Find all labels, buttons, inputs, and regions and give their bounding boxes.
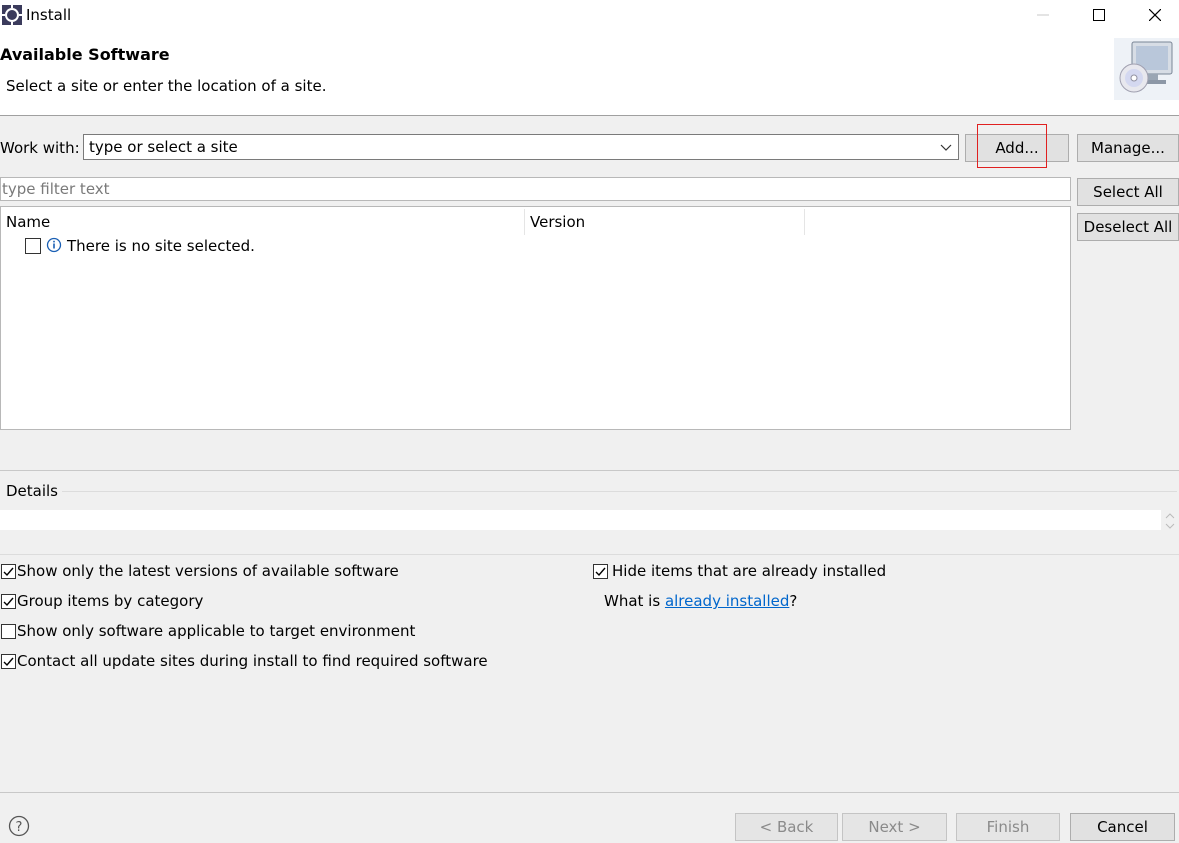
what-is-prefix: What is xyxy=(604,592,665,610)
checkmark-icon xyxy=(3,657,14,667)
page-title: Available Software xyxy=(0,45,170,64)
add-button[interactable]: Add... xyxy=(965,134,1069,162)
what-is-suffix: ? xyxy=(789,592,798,610)
already-installed-link[interactable]: already installed xyxy=(665,592,789,610)
group-by-category-checkbox[interactable] xyxy=(1,594,16,609)
show-latest-label[interactable]: Show only the latest versions of availab… xyxy=(17,562,399,580)
window-title: Install xyxy=(26,6,72,24)
finish-button[interactable]: Finish xyxy=(956,813,1060,841)
page-description: Select a site or enter the location of a… xyxy=(6,77,327,95)
eclipse-gear-icon xyxy=(2,5,22,25)
work-with-combo[interactable]: type or select a site xyxy=(83,134,959,160)
close-icon xyxy=(1149,9,1161,21)
what-is-installed-text: What is already installed? xyxy=(604,592,797,610)
install-cd-monitor-icon xyxy=(1114,38,1179,100)
contact-sites-label[interactable]: Contact all update sites during install … xyxy=(17,652,488,670)
filter-placeholder: type filter text xyxy=(2,180,110,198)
show-applicable-checkbox[interactable] xyxy=(1,624,16,639)
close-button[interactable] xyxy=(1130,0,1179,30)
info-icon xyxy=(46,237,62,253)
hide-installed-checkbox[interactable] xyxy=(593,564,608,579)
filter-input[interactable]: type filter text xyxy=(0,177,1071,201)
title-bar: Install xyxy=(0,0,1179,30)
manage-button[interactable]: Manage... xyxy=(1077,134,1179,162)
details-label: Details xyxy=(6,482,59,500)
contact-sites-checkbox[interactable] xyxy=(1,654,16,669)
details-divider xyxy=(62,491,1177,492)
group-by-category-label[interactable]: Group items by category xyxy=(17,592,203,610)
column-separator[interactable] xyxy=(524,209,525,235)
column-header-name[interactable]: Name xyxy=(6,213,50,231)
maximize-button[interactable] xyxy=(1074,0,1124,30)
deselect-all-button[interactable]: Deselect All xyxy=(1077,213,1179,241)
maximize-icon xyxy=(1093,9,1105,21)
show-applicable-label[interactable]: Show only software applicable to target … xyxy=(17,622,415,640)
column-header-version[interactable]: Version xyxy=(530,213,585,231)
work-with-label: Work with: xyxy=(0,139,80,157)
header-banner: Available Software Select a site or ente… xyxy=(0,30,1179,116)
tree-row-text: There is no site selected. xyxy=(67,237,255,255)
cancel-button[interactable]: Cancel xyxy=(1070,813,1175,841)
divider xyxy=(0,554,1179,555)
checkmark-icon xyxy=(3,597,14,607)
divider xyxy=(0,470,1179,471)
hide-installed-label[interactable]: Hide items that are already installed xyxy=(612,562,886,580)
next-button[interactable]: Next > xyxy=(842,813,947,841)
divider xyxy=(0,792,1179,793)
minimize-icon xyxy=(1037,14,1049,16)
details-scrollbar[interactable] xyxy=(1163,510,1177,532)
work-with-value: type or select a site xyxy=(89,138,238,156)
details-text xyxy=(0,510,1161,530)
show-latest-checkbox[interactable] xyxy=(1,564,16,579)
svg-text:?: ? xyxy=(16,820,23,835)
checkmark-icon xyxy=(3,567,14,577)
checkmark-icon xyxy=(595,567,606,577)
minimize-button[interactable] xyxy=(1018,0,1068,30)
column-separator[interactable] xyxy=(804,209,805,235)
help-icon[interactable]: ? xyxy=(8,815,30,837)
back-button[interactable]: < Back xyxy=(735,813,838,841)
software-tree[interactable]: Name Version There is no site selected. xyxy=(0,206,1071,430)
chevron-down-icon[interactable] xyxy=(939,140,953,154)
select-all-button[interactable]: Select All xyxy=(1077,178,1179,206)
row-checkbox[interactable] xyxy=(25,238,41,254)
